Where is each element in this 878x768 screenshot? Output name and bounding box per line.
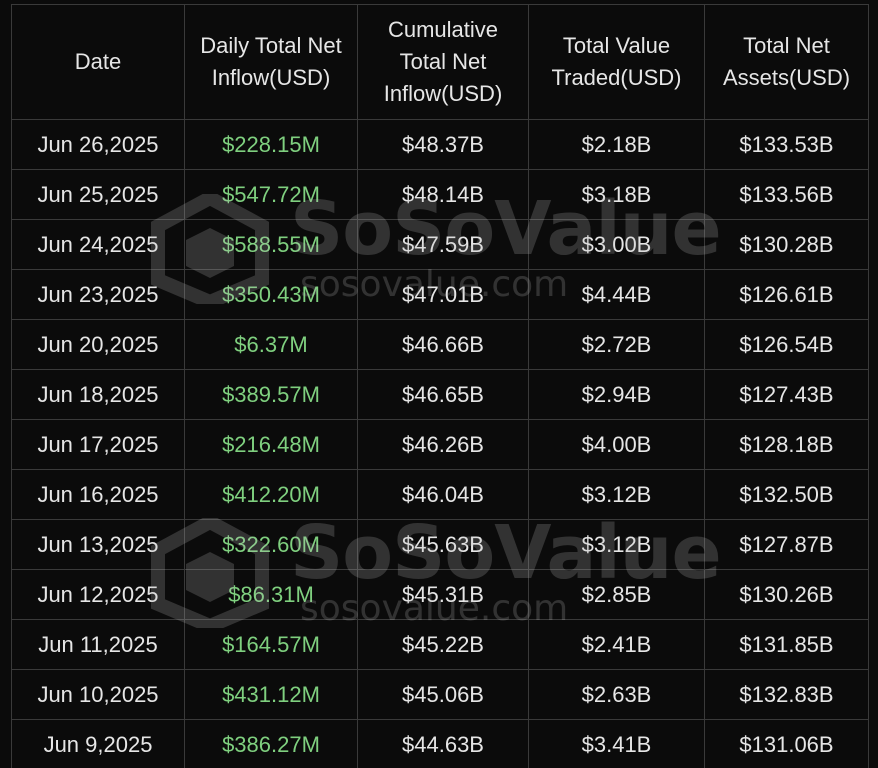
table-row: Jun 24,2025 $588.55M $47.59B $3.00B $130… [11,219,869,270]
cell-net-assets: $130.28B [704,219,869,270]
table-row: Jun 16,2025 $412.20M $46.04B $3.12B $132… [11,469,869,520]
table-body: Jun 26,2025 $228.15M $48.37B $2.18B $133… [11,119,869,768]
cell-daily-flow: $6.37M [184,319,358,370]
cell-value-traded: $4.00B [528,419,705,470]
cell-value-traded: $4.44B [528,269,705,320]
cell-value-traded: $2.94B [528,369,705,420]
cell-value-traded: $2.85B [528,569,705,620]
cell-net-assets: $130.26B [704,569,869,620]
cell-cumulative-flow: $46.66B [357,319,529,370]
cell-net-assets: $132.50B [704,469,869,520]
cell-daily-flow: $547.72M [184,169,358,220]
cell-date: Jun 9,2025 [11,719,185,768]
cell-daily-flow: $386.27M [184,719,358,768]
cell-net-assets: $126.61B [704,269,869,320]
cell-net-assets: $127.87B [704,519,869,570]
cell-date: Jun 26,2025 [11,119,185,170]
cell-value-traded: $3.41B [528,719,705,768]
cell-cumulative-flow: $47.59B [357,219,529,270]
table-row: Jun 18,2025 $389.57M $46.65B $2.94B $127… [11,369,869,420]
cell-daily-flow: $228.15M [184,119,358,170]
cell-date: Jun 10,2025 [11,669,185,720]
table-row: Jun 13,2025 $322.60M $45.63B $3.12B $127… [11,519,869,570]
cell-date: Jun 23,2025 [11,269,185,320]
cell-cumulative-flow: $44.63B [357,719,529,768]
cell-daily-flow: $86.31M [184,569,358,620]
cell-date: Jun 20,2025 [11,319,185,370]
header-value-traded: Total Value Traded(USD) [528,4,705,120]
cell-cumulative-flow: $45.31B [357,569,529,620]
cell-daily-flow: $431.12M [184,669,358,720]
cell-net-assets: $132.83B [704,669,869,720]
cell-cumulative-flow: $48.14B [357,169,529,220]
cell-cumulative-flow: $48.37B [357,119,529,170]
cell-cumulative-flow: $47.01B [357,269,529,320]
cell-daily-flow: $216.48M [184,419,358,470]
cell-net-assets: $128.18B [704,419,869,470]
table-row: Jun 12,2025 $86.31M $45.31B $2.85B $130.… [11,569,869,620]
cell-cumulative-flow: $45.63B [357,519,529,570]
cell-value-traded: $2.63B [528,669,705,720]
header-date: Date [11,4,185,120]
cell-net-assets: $133.56B [704,169,869,220]
cell-value-traded: $3.00B [528,219,705,270]
header-row: Date Daily Total Net Inflow(USD) Cumulat… [11,4,869,120]
cell-value-traded: $3.18B [528,169,705,220]
header-daily-flow: Daily Total Net Inflow(USD) [184,4,358,120]
cell-cumulative-flow: $46.04B [357,469,529,520]
cell-net-assets: $133.53B [704,119,869,170]
cell-date: Jun 17,2025 [11,419,185,470]
cell-date: Jun 13,2025 [11,519,185,570]
cell-value-traded: $2.72B [528,319,705,370]
table-header: Date Daily Total Net Inflow(USD) Cumulat… [11,4,869,120]
cell-daily-flow: $412.20M [184,469,358,520]
cell-cumulative-flow: $46.26B [357,419,529,470]
table-row: Jun 9,2025 $386.27M $44.63B $3.41B $131.… [11,719,869,768]
table-row: Jun 10,2025 $431.12M $45.06B $2.63B $132… [11,669,869,720]
cell-cumulative-flow: $45.06B [357,669,529,720]
cell-value-traded: $3.12B [528,469,705,520]
table-row: Jun 11,2025 $164.57M $45.22B $2.41B $131… [11,619,869,670]
table-row: Jun 26,2025 $228.15M $48.37B $2.18B $133… [11,119,869,170]
cell-date: Jun 12,2025 [11,569,185,620]
cell-daily-flow: $389.57M [184,369,358,420]
cell-daily-flow: $588.55M [184,219,358,270]
cell-net-assets: $127.43B [704,369,869,420]
header-net-assets: Total Net Assets(USD) [704,4,869,120]
cell-cumulative-flow: $46.65B [357,369,529,420]
table-row: Jun 20,2025 $6.37M $46.66B $2.72B $126.5… [11,319,869,370]
cell-daily-flow: $164.57M [184,619,358,670]
cell-date: Jun 25,2025 [11,169,185,220]
table-row: Jun 17,2025 $216.48M $46.26B $4.00B $128… [11,419,869,470]
cell-date: Jun 24,2025 [11,219,185,270]
cell-daily-flow: $350.43M [184,269,358,320]
etf-flow-table: Date Daily Total Net Inflow(USD) Cumulat… [11,4,869,768]
cell-net-assets: $131.06B [704,719,869,768]
cell-date: Jun 16,2025 [11,469,185,520]
header-cumulative-flow: Cumulative Total Net Inflow(USD) [357,4,529,120]
cell-cumulative-flow: $45.22B [357,619,529,670]
table-row: Jun 23,2025 $350.43M $47.01B $4.44B $126… [11,269,869,320]
cell-value-traded: $2.18B [528,119,705,170]
cell-value-traded: $3.12B [528,519,705,570]
cell-date: Jun 11,2025 [11,619,185,670]
table-row: Jun 25,2025 $547.72M $48.14B $3.18B $133… [11,169,869,220]
cell-value-traded: $2.41B [528,619,705,670]
cell-daily-flow: $322.60M [184,519,358,570]
cell-date: Jun 18,2025 [11,369,185,420]
cell-net-assets: $131.85B [704,619,869,670]
cell-net-assets: $126.54B [704,319,869,370]
